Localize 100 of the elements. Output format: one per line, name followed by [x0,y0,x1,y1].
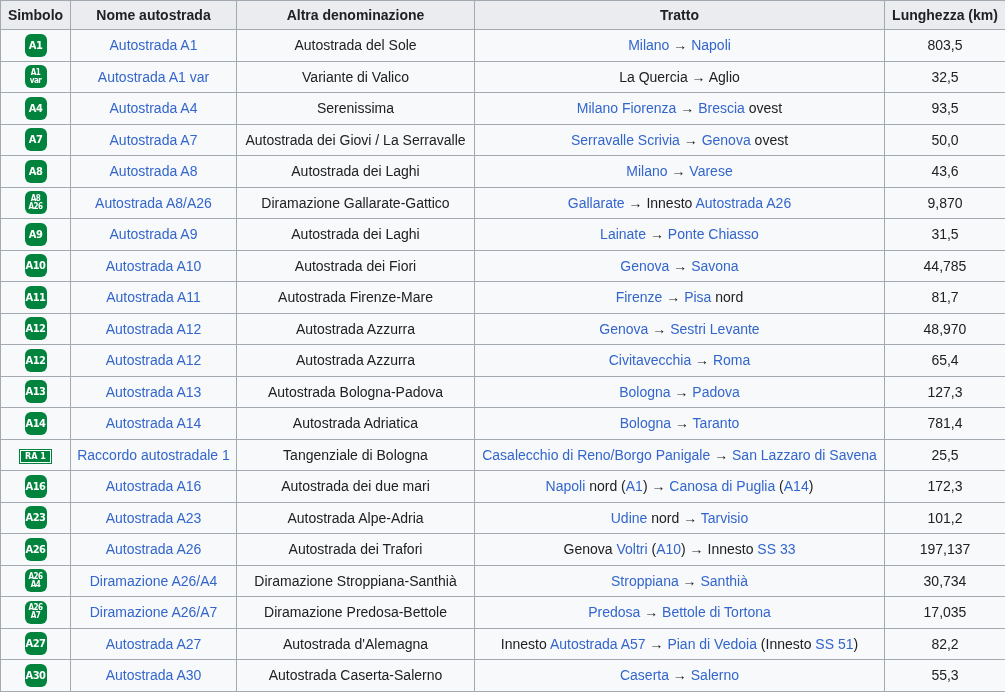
highway-link[interactable]: Diramazione A26/A7 [89,604,218,621]
route-text: ( [650,541,657,558]
highway-link[interactable]: Autostrada A16 [105,478,202,495]
place-link[interactable]: Brescia [698,100,745,117]
route-text: ) [808,478,814,495]
place-link[interactable]: SS 51 [815,635,854,652]
place-link[interactable]: Genova [620,257,670,274]
highway-link[interactable]: Autostrada A13 [105,383,202,400]
place-link[interactable]: Padova [692,383,740,400]
road-sign: RA 1 [20,449,51,463]
place-link[interactable]: Taranto [692,415,740,432]
table-cell: Autostrada d'Alemagna [236,628,475,660]
highway-link[interactable]: Raccordo autostradale 1 [77,446,230,463]
highway-link[interactable]: Autostrada A23 [105,509,202,526]
place-link[interactable]: Autostrada A57 [549,635,646,652]
place-link[interactable]: Firenze [615,289,663,306]
route-text: → [681,572,698,589]
place-link[interactable]: Salerno [690,667,740,684]
place-link[interactable]: Civitavecchia [608,352,692,369]
place-link[interactable]: Genova [599,320,649,337]
place-link[interactable]: Stroppiana [611,572,679,589]
highway-link[interactable]: Autostrada A9 [109,226,198,243]
highway-shield: A12 [24,317,47,341]
table-cell: Serenissima [236,92,475,124]
route-text: → [673,383,690,400]
table-cell: Autostrada Bologna-Padova [236,376,475,408]
table-cell: Autostrada Azzurra [236,313,475,345]
route-text: → [672,37,689,54]
highway-link[interactable]: Autostrada A14 [105,415,202,432]
route-text: ovest [753,131,789,148]
highway-link[interactable]: Autostrada A8/A26 [95,194,212,211]
place-link[interactable]: Genova [701,131,751,148]
place-link[interactable]: Savona [691,257,739,274]
column-header: Simbolo [0,0,71,30]
place-link[interactable]: Gallarate [567,194,625,211]
place-link[interactable]: Casalecchio di Reno/Borgo Panigale [482,446,711,463]
column-header: Nome autostrada [70,0,237,30]
route-text: ) → [642,478,667,495]
highway-link[interactable]: Autostrada A12 [105,320,202,337]
table-cell: Autostrada dei due mari [236,470,475,502]
place-link[interactable]: Milano [626,163,668,180]
highway-link[interactable]: Autostrada A27 [105,635,202,652]
place-link[interactable]: Serravalle Scrivia [570,131,680,148]
place-link[interactable]: Lainate [600,226,647,243]
place-link[interactable]: Napoli [691,37,731,54]
highway-link[interactable]: Autostrada A1 var [97,68,210,85]
route-text: → [679,100,696,117]
place-link[interactable]: SS 33 [757,541,796,558]
place-link[interactable]: Milano [628,37,670,54]
route-text: → [648,226,665,243]
column-header: Tratto [474,0,885,30]
place-link[interactable]: San Lazzaro di Savena [732,446,877,463]
highway-link[interactable]: Diramazione A26/A4 [89,572,218,589]
highway-link[interactable]: Autostrada A12 [105,352,202,369]
route-text: La Quercia → Aglio [619,68,740,85]
place-link[interactable]: Predosa [588,604,641,621]
place-link[interactable]: Bologna [619,383,671,400]
place-link[interactable]: Voltri [616,541,648,558]
route-text: nord ( [588,478,626,495]
place-link[interactable]: A10 [656,541,682,558]
highway-link[interactable]: Autostrada A30 [105,667,202,684]
place-link[interactable]: Milano Fiorenza [576,100,677,117]
highway-link[interactable]: Autostrada A8 [109,163,198,180]
highway-link[interactable]: Autostrada A7 [109,131,198,148]
place-link[interactable]: Caserta [619,667,669,684]
highway-shield: A12 [24,348,47,372]
place-link[interactable]: A1 [625,478,643,495]
table-cell: Autostrada dei Laghi [236,218,475,250]
route-text: ) [853,635,859,652]
route-text: (Innesto [759,635,813,652]
table-cell: Diramazione Gallarate-Gattico [236,187,475,219]
place-link[interactable]: Ponte Chiasso [667,226,759,243]
highway-shield: A30 [24,663,47,687]
route-text: → [713,446,730,463]
place-link[interactable]: Autostrada A26 [695,194,792,211]
place-link[interactable]: Napoli [545,478,586,495]
place-link[interactable]: Tarvisio [700,509,749,526]
highway-shield: A8 [24,159,47,183]
place-link[interactable]: Canosa di Puglia [669,478,776,495]
highway-link[interactable]: Autostrada A1 [109,37,198,54]
place-link[interactable]: Pisa [684,289,712,306]
highway-link[interactable]: Autostrada A4 [109,100,198,117]
highway-link[interactable]: Autostrada A10 [105,257,202,274]
route-text: → [651,320,668,337]
highway-link[interactable]: Autostrada A11 [106,289,201,306]
place-link[interactable]: Santhià [700,572,748,589]
place-link[interactable]: Udine [610,509,648,526]
place-link[interactable]: Roma [712,352,751,369]
highway-shield: A9 [24,222,47,246]
place-link[interactable]: Varese [689,163,733,180]
place-link[interactable]: Bologna [619,415,672,432]
place-link[interactable]: Pian di Vedoia [667,635,757,652]
place-link[interactable]: Bettole di Tortona [662,604,771,621]
place-link[interactable]: Sestri Levante [670,320,760,337]
highway-shield: A11 [24,285,47,309]
place-link[interactable]: A14 [783,478,809,495]
table-cell: Diramazione Predosa-Bettole [236,596,475,628]
route-text: → [670,163,687,180]
table-cell: Autostrada dei Fiori [236,250,475,282]
highway-link[interactable]: Autostrada A26 [105,541,202,558]
